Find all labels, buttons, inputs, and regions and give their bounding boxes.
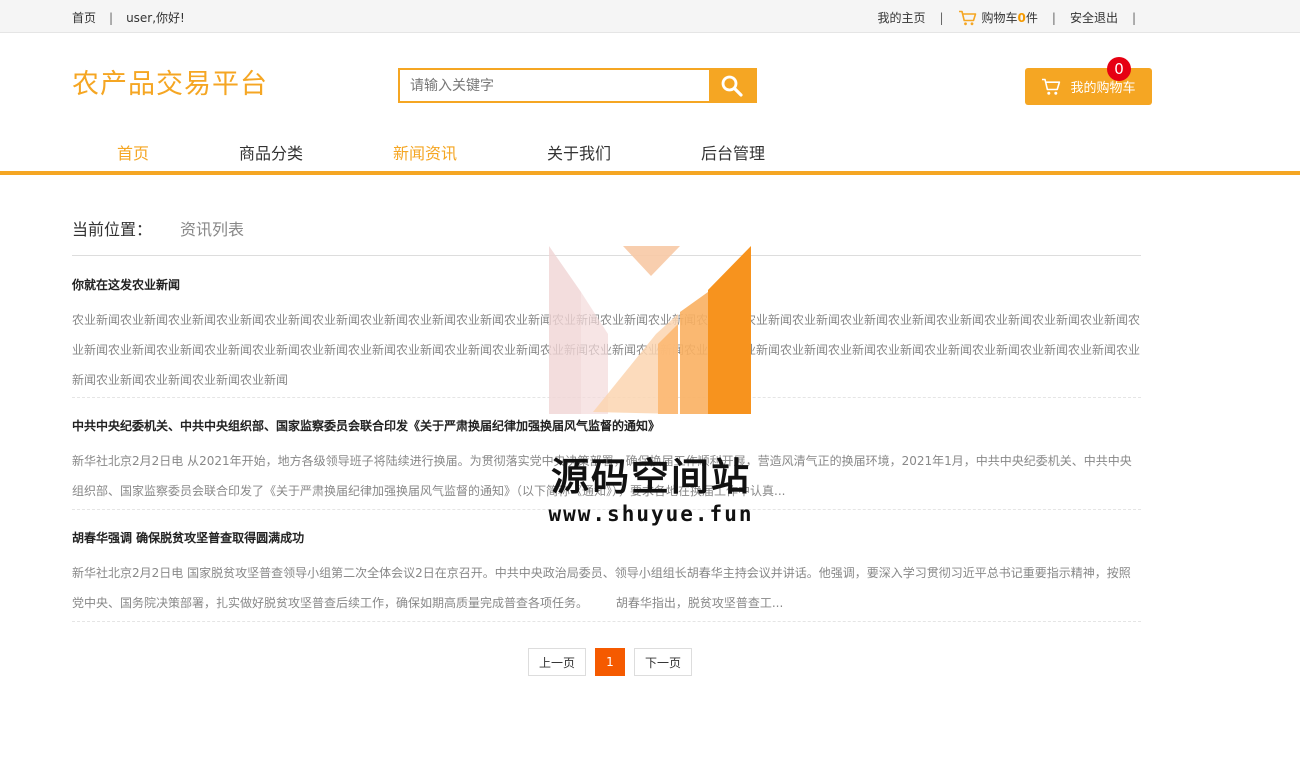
nav-item-news[interactable]: 新闻资讯 xyxy=(348,140,502,164)
news-summary: 农业新闻农业新闻农业新闻农业新闻农业新闻农业新闻农业新闻农业新闻农业新闻农业新闻… xyxy=(72,313,1141,387)
page-number-current[interactable]: 1 xyxy=(595,648,625,676)
top-bar-right: 我的主页 | 购物车 0 件 | 安全退出 | xyxy=(877,9,1150,26)
news-title[interactable]: 胡春华强调 确保脱贫攻坚普查取得圆满成功 xyxy=(72,530,1141,546)
nav-item-admin[interactable]: 后台管理 xyxy=(656,140,810,164)
top-bar: 首页 | user,你好! 我的主页 | 购物车 0 件 | 安全退出 | xyxy=(0,0,1300,33)
user-greeting: user,你好! xyxy=(126,11,185,25)
cart-count-badge: 0 xyxy=(1107,57,1131,81)
cart-icon xyxy=(958,10,976,25)
top-home-link[interactable]: 首页 xyxy=(72,9,96,26)
watermark-text: 源码空间站 xyxy=(550,455,751,499)
nav-item-about[interactable]: 关于我们 xyxy=(502,140,656,164)
breadcrumb-current: 资讯列表 xyxy=(180,220,245,239)
divider: | xyxy=(939,10,944,25)
search-bar xyxy=(398,68,757,103)
site-logo[interactable]: 农产品交易平台 xyxy=(72,62,268,101)
nav-item-home[interactable]: 首页 xyxy=(72,140,194,164)
nav-underline xyxy=(0,171,1300,175)
nav-item-categories[interactable]: 商品分类 xyxy=(194,140,348,164)
breadcrumb-label: 当前位置： xyxy=(72,220,153,239)
cart-icon xyxy=(1042,78,1061,95)
search-input[interactable] xyxy=(400,70,709,101)
top-cart-link[interactable]: 购物车 0 件 xyxy=(958,9,1038,26)
top-cart-label: 购物车 xyxy=(981,11,1018,25)
breadcrumb: 当前位置： 资讯列表 xyxy=(72,216,244,240)
divider xyxy=(72,255,1141,256)
my-home-link[interactable]: 我的主页 xyxy=(877,9,925,26)
top-cart-count: 0 xyxy=(1017,10,1026,25)
news-title[interactable]: 你就在这发农业新闻 xyxy=(72,277,1141,293)
next-page-button[interactable]: 下一页 xyxy=(634,648,692,676)
watermark-url: www.shuyue.fun xyxy=(548,502,754,526)
main-nav: 首页 商品分类 新闻资讯 关于我们 后台管理 xyxy=(72,140,810,164)
my-cart-label: 我的购物车 xyxy=(1070,81,1136,96)
top-cart-unit: 件 xyxy=(1025,11,1038,25)
search-icon xyxy=(721,75,743,97)
logout-link[interactable]: 安全退出 xyxy=(1070,9,1118,26)
divider: | xyxy=(109,10,114,25)
list-item: 胡春华强调 确保脱贫攻坚普查取得圆满成功 新华社北京2月2日电 国家脱贫攻坚普查… xyxy=(72,530,1141,622)
prev-page-button[interactable]: 上一页 xyxy=(528,648,586,676)
top-bar-left: 首页 | user,你好! xyxy=(72,9,185,26)
list-item: 你就在这发农业新闻 农业新闻农业新闻农业新闻农业新闻农业新闻农业新闻农业新闻农业… xyxy=(72,277,1141,398)
search-button[interactable] xyxy=(709,70,755,101)
news-summary: 新华社北京2月2日电 国家脱贫攻坚普查领导小组第二次全体会议2日在京召开。中共中… xyxy=(72,566,1131,610)
news-title[interactable]: 中共中央纪委机关、中共中央组织部、国家监察委员会联合印发《关于严肃换届纪律加强换… xyxy=(72,418,1141,434)
divider: | xyxy=(1051,10,1056,25)
pagination: 上一页 1 下一页 xyxy=(528,648,692,676)
my-cart-button[interactable]: 我的购物车 0 xyxy=(1025,57,1152,105)
divider: | xyxy=(1131,10,1136,25)
